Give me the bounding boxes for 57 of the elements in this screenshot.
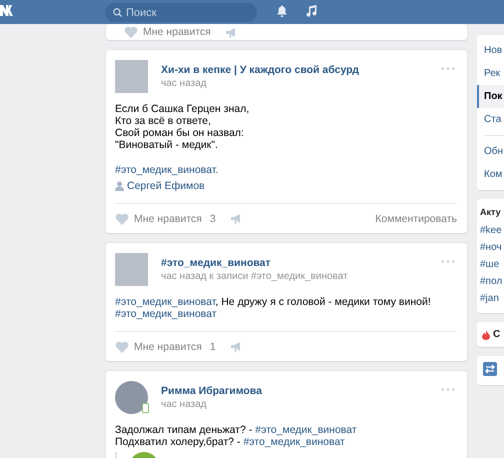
hashtag-link[interactable]: #jan	[480, 290, 504, 307]
post-text: Подхватил холеру,брат? - #это_медик_виноват	[115, 436, 345, 448]
hashtag-link[interactable]: #это_медик_виноват.	[115, 164, 218, 176]
more-icon[interactable]	[441, 388, 455, 391]
hashtag-link[interactable]: #это_медик_виноват	[115, 308, 217, 320]
author-name[interactable]: Хи-хи в кепке | У каждого свой абсурд	[161, 64, 359, 76]
trends-title: Акту	[480, 207, 502, 217]
music-note-icon[interactable]	[306, 5, 317, 17]
menu-item[interactable]: Рек	[477, 62, 504, 85]
search-field[interactable]: Поиск	[105, 3, 257, 22]
post-text: Задолжал типам деньжат? - #это_медик_виноват	[115, 424, 357, 436]
avatar-placeholder[interactable]	[115, 381, 148, 414]
megaphone-icon[interactable]	[230, 213, 242, 224]
post-text: Свой роман бы он назвал:	[115, 127, 244, 139]
like-count: 3	[210, 212, 216, 224]
post-time: час назад	[161, 78, 208, 89]
heart-icon	[115, 340, 129, 352]
hashtag-link[interactable]: #пол	[480, 273, 504, 290]
post-text: Если б Сашка Герцен знал,	[115, 103, 250, 115]
megaphone-icon[interactable]	[224, 26, 237, 38]
post-text: "Виноватый - медик".	[115, 139, 218, 151]
filter-icon[interactable]	[483, 362, 497, 376]
hashtag-link[interactable]: #ше	[480, 256, 504, 273]
logo-icon[interactable]	[0, 5, 15, 16]
author-name[interactable]: Римма Ибрагимова	[161, 385, 262, 397]
menu-item[interactable]: Ста	[477, 108, 504, 131]
heart-icon	[124, 26, 138, 38]
fire-icon	[482, 330, 490, 340]
signer-name[interactable]: Сергей Ефимов	[127, 180, 205, 192]
more-icon[interactable]	[441, 260, 455, 263]
heart-icon	[115, 212, 129, 224]
comment-link[interactable]: Комментировать	[375, 212, 457, 224]
author-name[interactable]: #это_медик_виноват	[161, 257, 348, 269]
like-label[interactable]: Мне нравится	[143, 26, 211, 38]
post-text: Кто за всё в ответе,	[115, 115, 211, 127]
menu-item[interactable]: Ком	[477, 163, 504, 186]
bell-icon[interactable]	[277, 5, 287, 17]
post-time: час назад	[161, 399, 208, 410]
hashtag-link[interactable]: #это_медик_виноват	[115, 296, 216, 308]
megaphone-icon[interactable]	[230, 341, 242, 352]
more-icon[interactable]	[441, 67, 455, 70]
hashtag-link[interactable]: #kee	[480, 222, 504, 239]
hashtag-link[interactable]: #это_медик_виноват	[243, 436, 345, 448]
menu-item[interactable]: Нов	[477, 39, 504, 62]
like-count: 1	[210, 340, 216, 352]
like-label[interactable]: Мне нравится	[134, 212, 202, 224]
person-icon	[115, 181, 124, 191]
search-icon	[113, 8, 122, 17]
hot-card[interactable]: С	[477, 322, 504, 347]
hashtag-link[interactable]: #ноч	[480, 239, 504, 256]
post-text: #это_медик_виноват, Не дружу я с головой - медики тому виной!	[115, 296, 431, 308]
post-time: час назад к записи #это_медик_виноват	[161, 271, 348, 282]
menu-item[interactable]: Обн	[477, 140, 504, 163]
hashtag-link[interactable]: #это_медик_виноват	[255, 424, 357, 436]
like-label[interactable]: Мне нравится	[134, 340, 202, 352]
hot-label: С	[493, 329, 500, 340]
menu-item[interactable]: Пок	[477, 85, 504, 108]
